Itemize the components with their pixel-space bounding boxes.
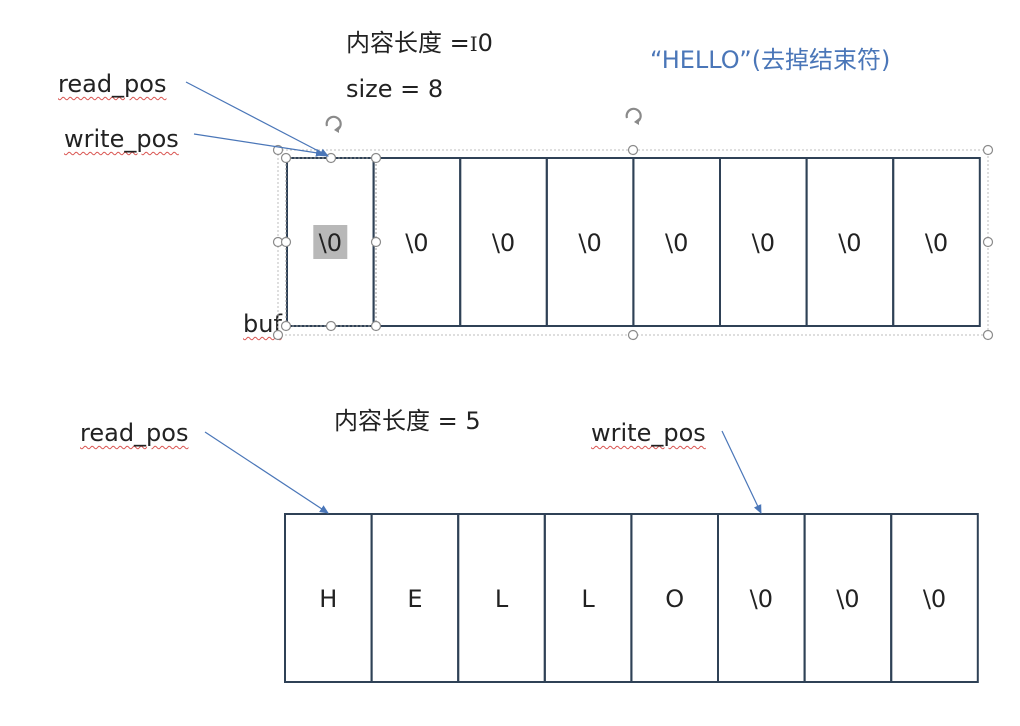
bottom-buffer: H E L L O \0 \0 \0 <box>284 513 979 683</box>
resize-handle[interactable] <box>370 152 382 164</box>
buffer-cell-value: \0 <box>750 585 773 613</box>
resize-handle[interactable] <box>982 329 994 341</box>
resize-handle[interactable] <box>280 236 292 248</box>
buffer-cell-value: \0 <box>665 229 688 257</box>
buffer-cell-value: \0 <box>836 585 859 613</box>
buffer-cell-value: \0 <box>925 229 948 257</box>
buffer-cell-value: H <box>319 585 337 613</box>
buffer-cell-value: L <box>495 585 509 613</box>
resize-handle[interactable] <box>982 236 994 248</box>
resize-handle[interactable] <box>272 329 284 341</box>
buffer-cell-value: \0 <box>838 229 861 257</box>
buffer-cell-value: L <box>581 585 595 613</box>
buffer-diagram: \0 \0 \0 \0 \0 \0 \0 \0 H E L L O \0 \0 \0 <box>185 81 994 683</box>
resize-handle[interactable] <box>280 152 292 164</box>
top-buffer: \0 \0 \0 \0 \0 \0 \0 \0 <box>286 157 981 327</box>
resize-handle[interactable] <box>325 320 337 332</box>
resize-handle[interactable] <box>370 320 382 332</box>
resize-handle[interactable] <box>370 236 382 248</box>
resize-handle[interactable] <box>627 329 639 341</box>
resize-handle[interactable] <box>325 152 337 164</box>
rotate-handle-icon[interactable] <box>325 115 342 133</box>
buffer-cell-value: \0 <box>923 585 946 613</box>
buffer-cell-value: \0 <box>319 229 342 257</box>
resize-handle[interactable] <box>627 144 639 156</box>
buffer-cell-value: E <box>407 585 422 613</box>
read-pos-arrow <box>185 81 329 157</box>
write-pos-arrow <box>721 430 762 514</box>
rotate-handle-icon[interactable] <box>625 107 642 125</box>
resize-handle[interactable] <box>982 144 994 156</box>
resize-handle[interactable] <box>280 320 292 332</box>
read-pos-arrow <box>204 431 329 514</box>
buffer-cell-value: \0 <box>405 229 428 257</box>
buffer-cell-value: \0 <box>752 229 775 257</box>
buffer-cell-value: \0 <box>578 229 601 257</box>
buffer-cell-value: O <box>665 585 684 613</box>
buffer-cell-value: \0 <box>492 229 515 257</box>
